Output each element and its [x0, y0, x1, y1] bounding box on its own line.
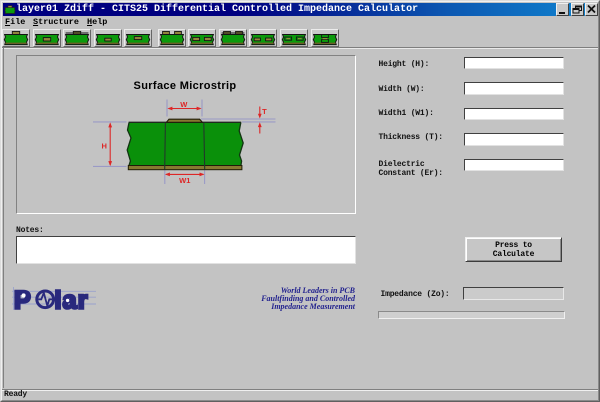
svg-text:H: H [101, 141, 106, 150]
svg-text:P: P [14, 287, 31, 314]
svg-text:W: W [180, 100, 188, 109]
svg-text:T: T [262, 107, 267, 116]
svg-text:W1: W1 [179, 176, 190, 185]
svg-text:lar: lar [55, 287, 89, 314]
